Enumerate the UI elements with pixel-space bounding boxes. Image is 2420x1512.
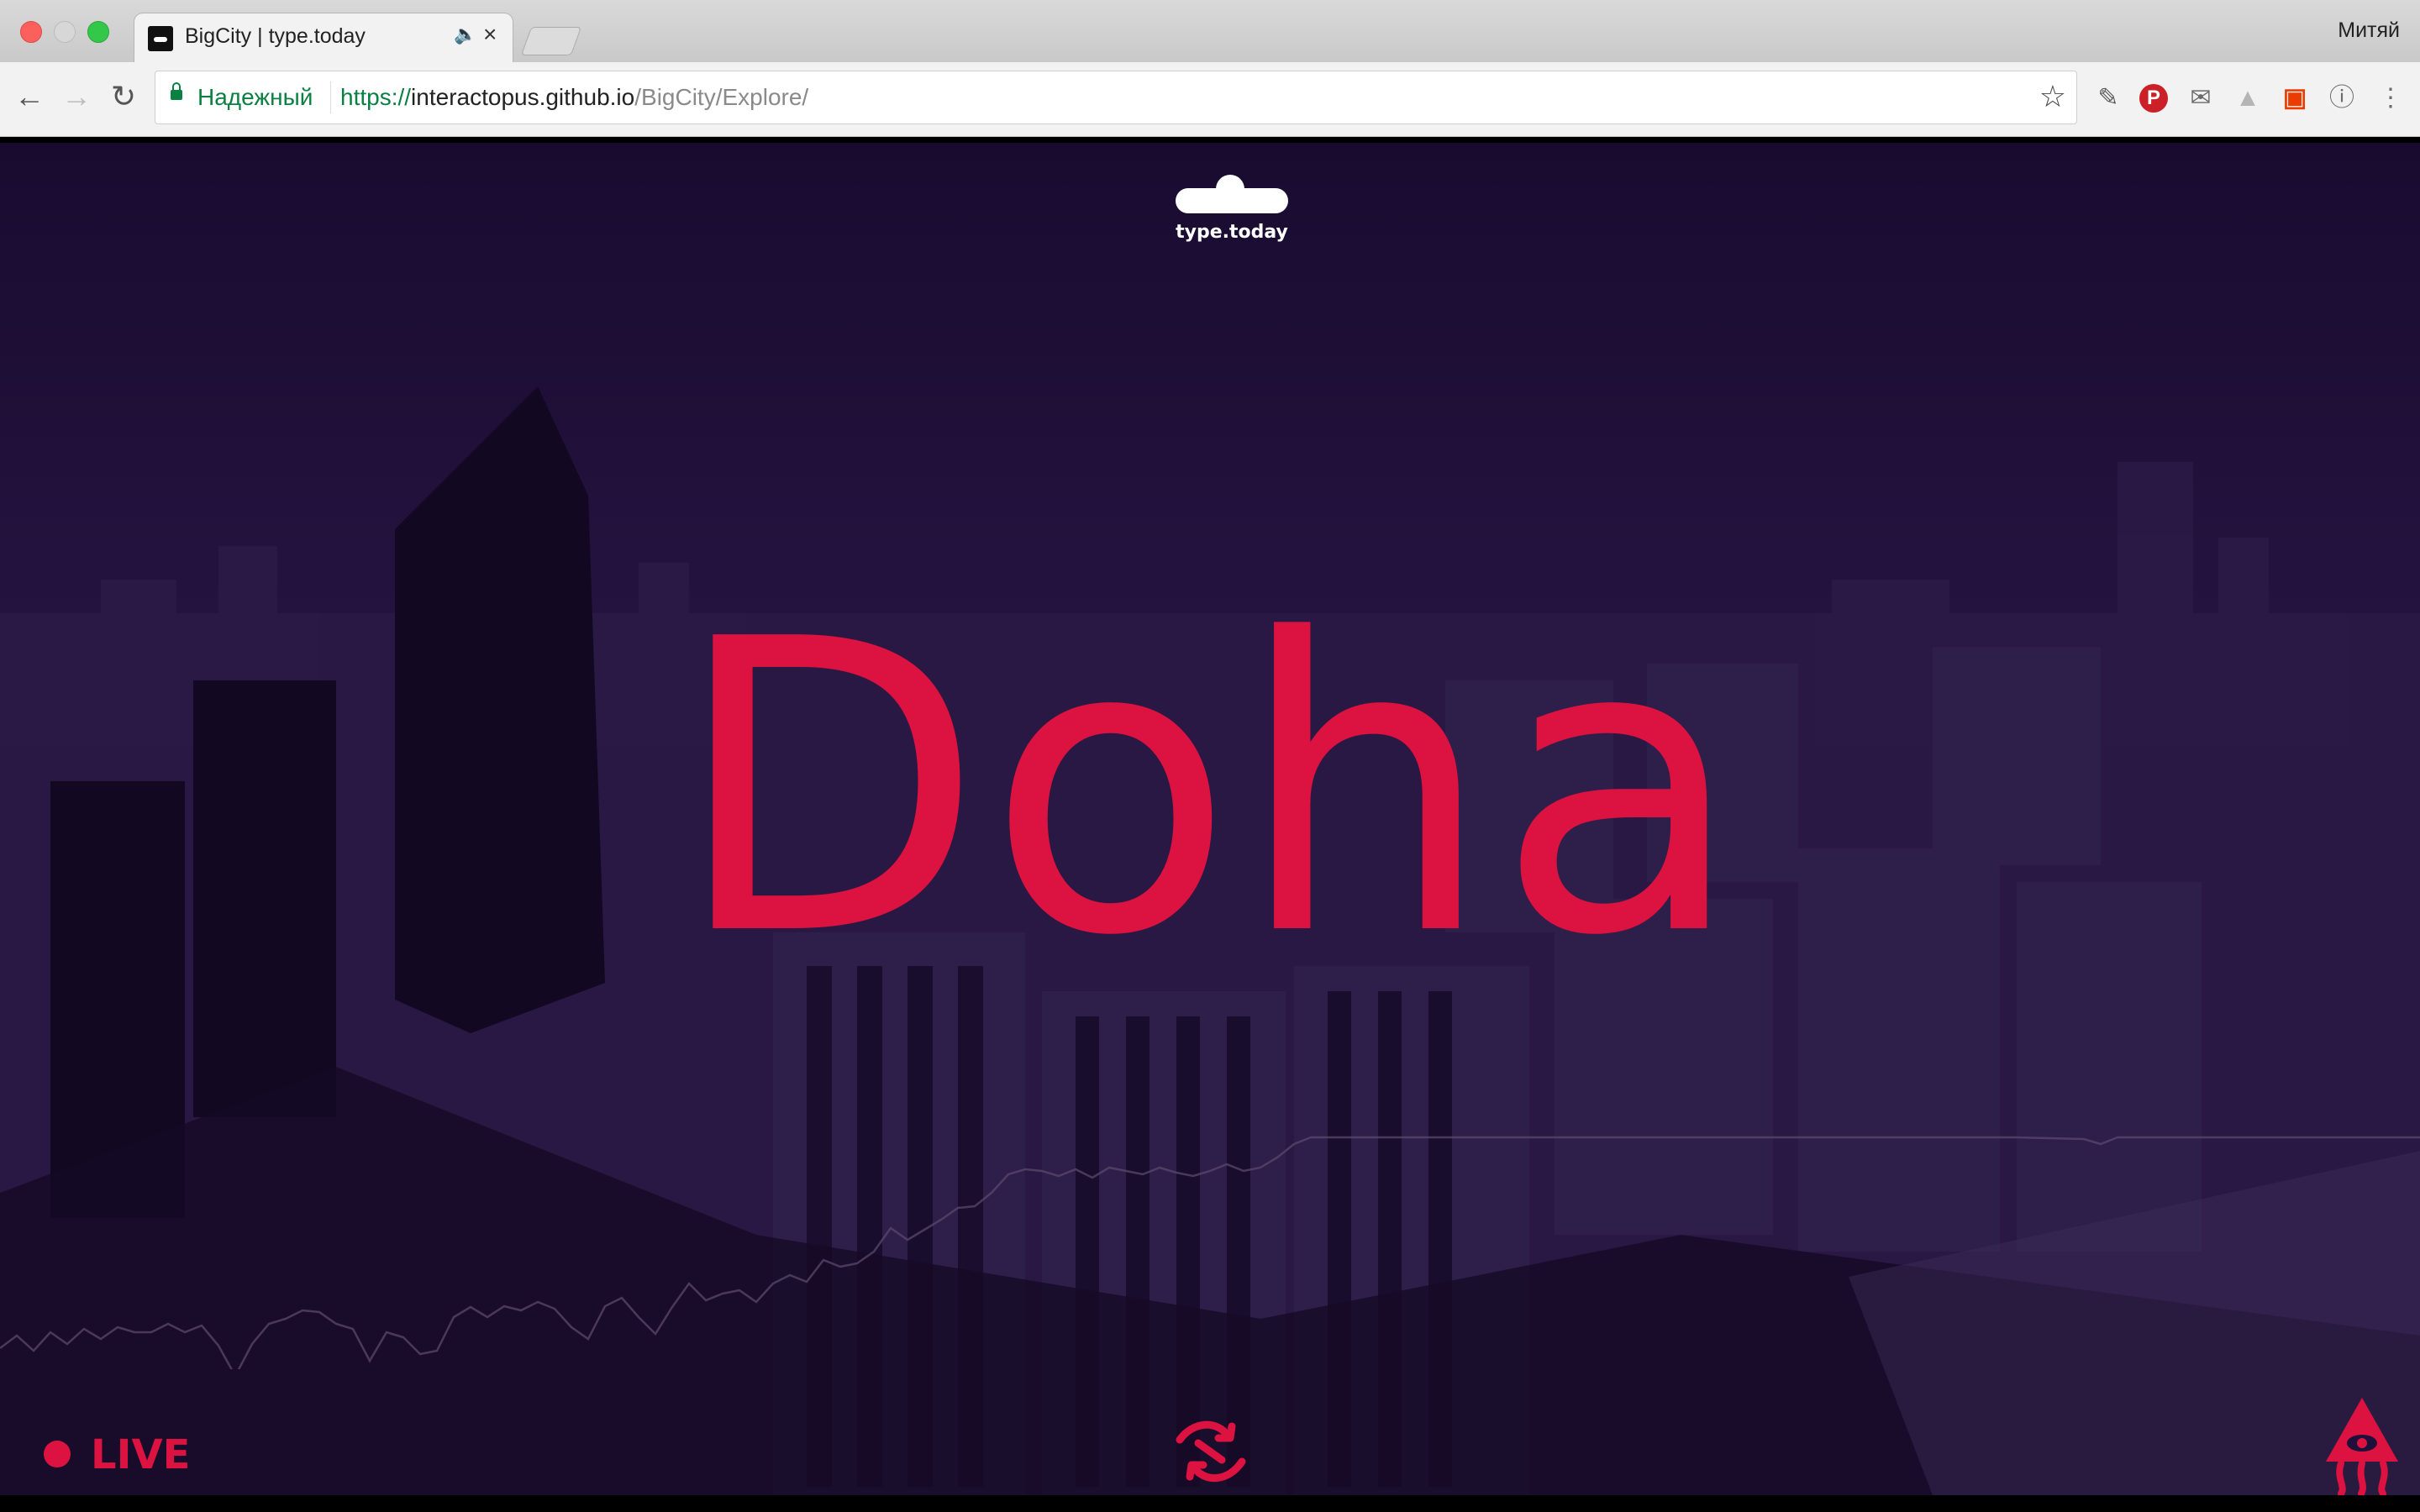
brand-name: type.today: [1176, 222, 1288, 243]
url-scheme: https://: [340, 84, 412, 110]
tab-title: BigCity | type.today: [185, 24, 366, 48]
favicon-icon: [148, 26, 173, 51]
profile-name[interactable]: Митяй: [2338, 18, 2400, 43]
url-path: /BigCity/Explore/: [634, 84, 809, 110]
drive-extension-icon[interactable]: ▲: [2232, 82, 2264, 114]
sound-wave-graphic: [0, 1136, 2420, 1369]
reload-icon[interactable]: ↻: [104, 77, 143, 116]
window-minimize-button[interactable]: [54, 21, 76, 43]
url-host: interactopus.github.io: [411, 84, 635, 110]
window-maximize-button[interactable]: [87, 21, 109, 43]
browser-tab-active[interactable]: BigCity | type.today 🔈 ×: [134, 13, 513, 62]
browser-toolbar: ← → ↻ Надежный https://interactopus.gith…: [0, 62, 2420, 137]
forward-arrow-icon[interactable]: →: [57, 77, 96, 116]
new-tab-button[interactable]: [520, 27, 582, 55]
brand-logo[interactable]: type.today: [1176, 173, 1288, 243]
browser-titlebar: BigCity | type.today 🔈 × Митяй: [0, 0, 2420, 62]
url-text[interactable]: https://interactopus.github.io/BigCity/E…: [340, 84, 808, 111]
live-label: LIVE: [91, 1431, 191, 1478]
mail-extension-icon[interactable]: ✉: [2185, 82, 2217, 114]
tab-close-icon[interactable]: ×: [483, 21, 497, 48]
pinterest-extension-icon[interactable]: P: [2139, 84, 2168, 113]
city-name-headline: Doha: [673, 554, 1747, 1024]
cloud-logo-icon: [1176, 173, 1288, 215]
omnibox-divider: [330, 81, 331, 113]
octopus-logo-icon[interactable]: [2324, 1396, 2400, 1495]
address-bar[interactable]: Надежный https://interactopus.github.io/…: [155, 71, 2077, 124]
bookmark-star-icon[interactable]: ☆: [2039, 79, 2066, 114]
window-close-button[interactable]: [20, 21, 42, 43]
evernote-extension-icon[interactable]: ✎: [2092, 82, 2124, 114]
speaker-icon[interactable]: 🔈: [454, 24, 476, 45]
browser-menu-icon[interactable]: ⋮: [2375, 82, 2407, 114]
page-viewport: type.today Doha LIVE: [0, 143, 2420, 1495]
lock-icon: [171, 82, 182, 100]
back-arrow-icon[interactable]: ←: [10, 77, 49, 116]
shuffle-icon[interactable]: [1173, 1418, 1249, 1485]
secure-label: Надежный: [197, 84, 313, 110]
office-extension-icon[interactable]: ▣: [2279, 82, 2311, 114]
live-dot-icon: [44, 1441, 71, 1467]
info-extension-icon[interactable]: ⓘ: [2326, 82, 2358, 114]
